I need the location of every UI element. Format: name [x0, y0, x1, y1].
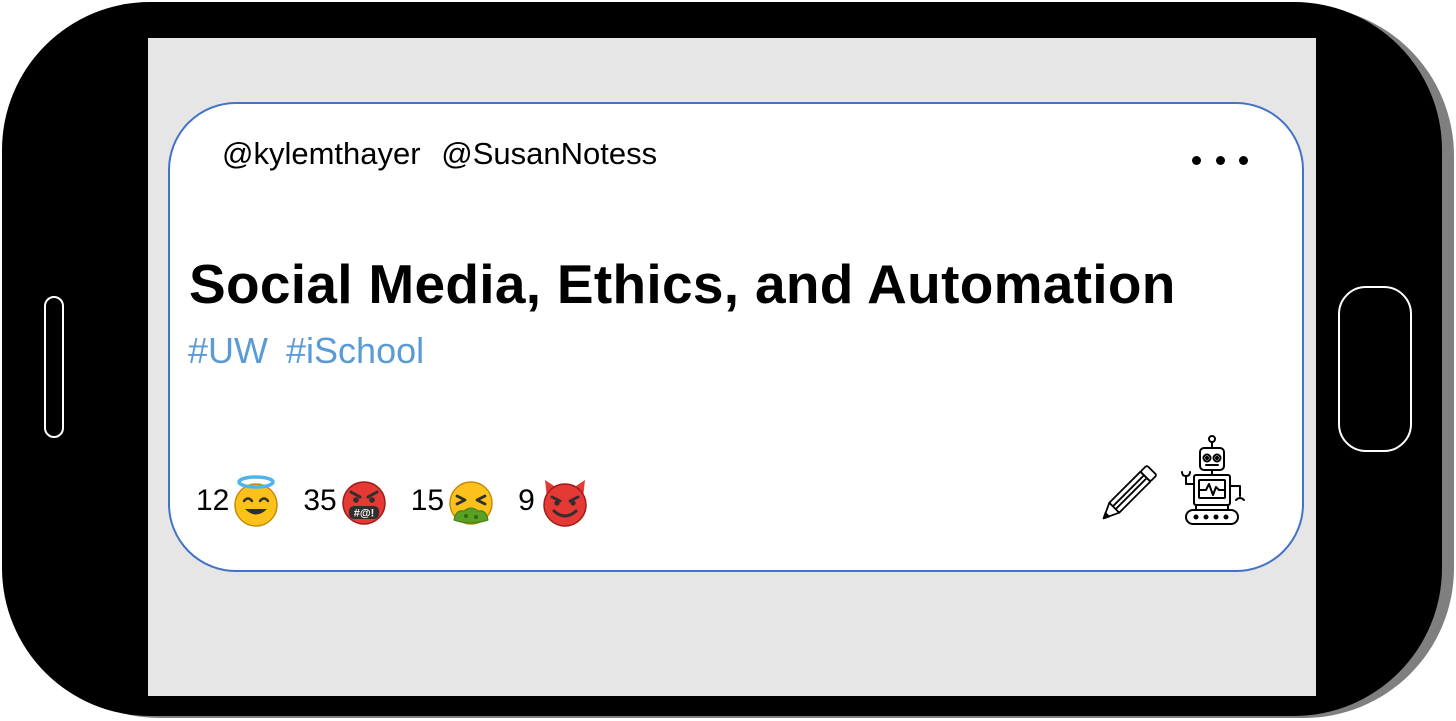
phone-home-button[interactable]	[1338, 286, 1412, 452]
hashtag-link[interactable]: #iSchool	[286, 330, 424, 371]
more-options-icon[interactable]	[1192, 150, 1248, 170]
reaction-halo[interactable]: 12	[196, 474, 281, 528]
smiling-face-with-halo-icon	[234, 475, 279, 527]
reaction-count: 35	[303, 484, 337, 517]
svg-text:#@!: #@!	[353, 508, 374, 520]
pencil-icon[interactable]	[1092, 460, 1162, 530]
reaction-symbols[interactable]: 35 #@!	[303, 474, 388, 528]
smiling-face-with-horns-icon	[543, 480, 587, 527]
robot-icon[interactable]	[1176, 434, 1252, 530]
reaction-count: 15	[410, 484, 445, 517]
face-with-symbols-on-mouth-icon: #@!	[342, 481, 386, 525]
reaction-bar: 12 35 #@! 15 9	[196, 473, 615, 529]
handle-link[interactable]: @SusanNotess	[441, 136, 657, 171]
nauseated-face-icon	[449, 481, 493, 525]
phone-speaker-slot	[44, 296, 64, 438]
post-title: Social Media, Ethics, and Automation	[189, 253, 1176, 315]
post-hashtags: #UW #iSchool	[188, 330, 424, 372]
reaction-count: 12	[196, 484, 230, 517]
reaction-count: 9	[518, 484, 535, 517]
hashtag-link[interactable]: #UW	[188, 330, 268, 371]
handle-link[interactable]: @kylemthayer	[222, 136, 421, 171]
reaction-nauseated[interactable]: 15	[411, 474, 496, 528]
reaction-devil[interactable]: 9	[518, 474, 593, 528]
post-handles: @kylemthayer @SusanNotess	[222, 136, 657, 172]
